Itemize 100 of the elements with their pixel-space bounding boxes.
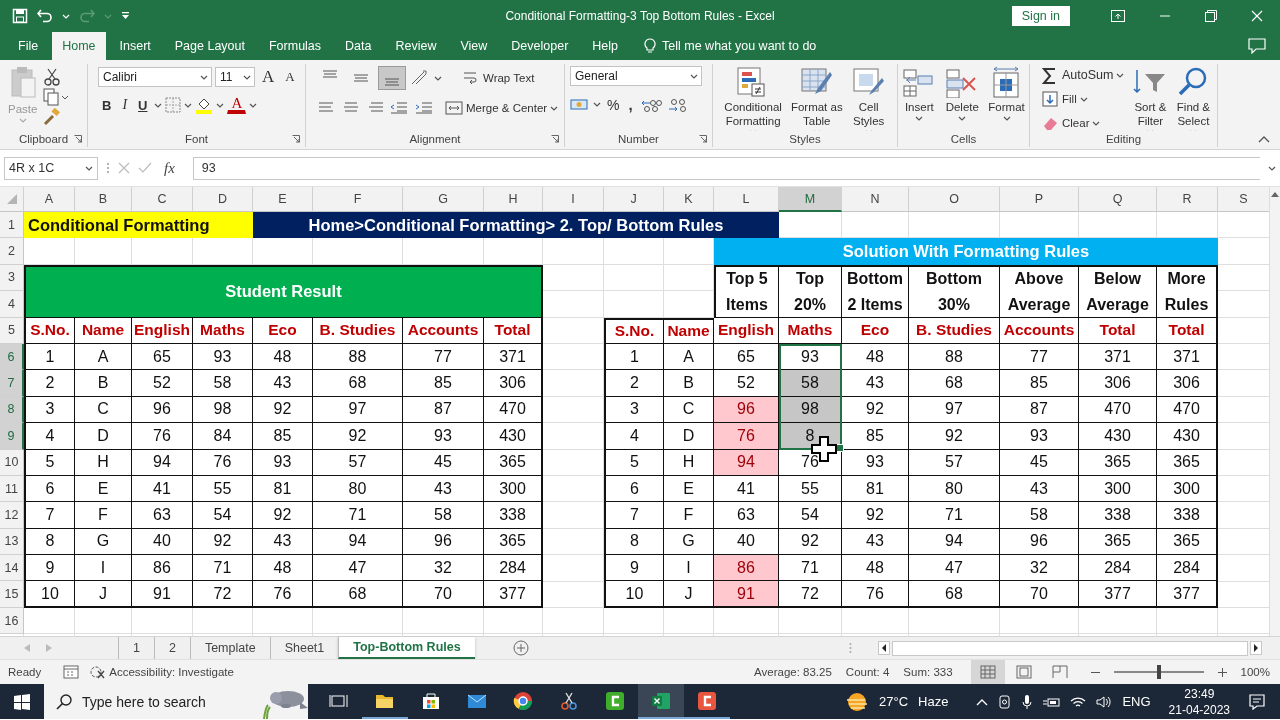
ribbon-display-icon[interactable] <box>1111 10 1125 22</box>
dialog-launcher-icon[interactable] <box>551 135 559 143</box>
font-size-field[interactable]: 11 <box>215 67 255 87</box>
ribbon-tab[interactable]: Developer <box>501 32 579 60</box>
grow-font-button[interactable]: A <box>258 66 279 88</box>
accessibility-icon[interactable] <box>89 665 106 679</box>
speaker-icon[interactable] <box>1096 694 1113 709</box>
comma-button[interactable]: , <box>625 94 636 115</box>
column-header[interactable]: R <box>1157 187 1218 212</box>
column-header[interactable]: E <box>253 187 313 212</box>
insert-button[interactable]: Insert <box>899 64 940 123</box>
row-header[interactable]: 11 <box>0 475 24 503</box>
column-header[interactable]: M <box>779 187 842 212</box>
horizontal-scrollbar[interactable] <box>892 640 1248 656</box>
notifications-icon[interactable] <box>1248 692 1266 711</box>
ribbon-tab[interactable]: Help <box>582 32 629 60</box>
dialog-launcher-icon[interactable] <box>74 135 82 143</box>
row-header[interactable]: 14 <box>0 555 24 582</box>
number-format-field[interactable]: General <box>570 66 702 86</box>
language-indicator[interactable]: ENG <box>1122 694 1151 709</box>
comment-icon[interactable] <box>1248 38 1266 54</box>
italic-button[interactable]: I <box>118 96 132 114</box>
vertical-scrollbar[interactable] <box>1269 187 1280 636</box>
column-header[interactable]: L <box>714 187 779 212</box>
ribbon-tab[interactable]: Page Layout <box>164 32 255 60</box>
find-select-button[interactable]: Find & Select <box>1173 64 1214 131</box>
column-header[interactable]: Q <box>1079 187 1157 212</box>
sheet-tab[interactable]: Top-Bottom Rules <box>338 637 475 659</box>
column-header[interactable]: H <box>484 187 543 212</box>
camera-icon[interactable] <box>998 693 1013 710</box>
column-header[interactable]: P <box>1000 187 1079 212</box>
scroll-up-icon[interactable] <box>1271 191 1279 197</box>
column-header[interactable]: I <box>543 187 604 212</box>
weather-icon[interactable] <box>845 691 870 712</box>
format-painter-icon[interactable] <box>43 108 62 126</box>
row-header[interactable]: 13 <box>0 528 24 556</box>
add-sheet-icon[interactable] <box>512 640 529 656</box>
column-header[interactable]: G <box>403 187 484 212</box>
dialog-launcher-icon[interactable] <box>292 135 300 143</box>
normal-view-button[interactable] <box>970 660 1005 684</box>
row-header[interactable]: 1 <box>0 212 24 239</box>
scroll-right-icon[interactable] <box>1250 641 1262 655</box>
lightbulb-icon[interactable] <box>644 38 657 54</box>
insert-function-button[interactable]: fx <box>164 159 175 177</box>
row-header[interactable]: 12 <box>0 502 24 529</box>
save-icon[interactable] <box>12 8 28 24</box>
row-header[interactable]: 3 <box>0 264 24 292</box>
fill-color-icon[interactable] <box>195 96 214 114</box>
microphone-icon[interactable] <box>1022 693 1033 710</box>
show-hidden-icons-icon[interactable] <box>976 697 989 706</box>
ribbon-tab[interactable]: Insert <box>109 32 161 60</box>
row-header[interactable]: 7 <box>0 370 24 397</box>
row-header[interactable]: 16 <box>0 607 24 635</box>
dialog-launcher-icon[interactable] <box>699 135 707 143</box>
close-icon[interactable] <box>1251 10 1263 22</box>
merge-center-button[interactable]: Merge & Center <box>442 98 562 118</box>
row-header[interactable]: 9 <box>0 423 24 450</box>
row-header[interactable]: 2 <box>0 238 24 265</box>
delete-button[interactable]: Delete <box>942 64 983 123</box>
sign-in-button[interactable]: Sign in <box>1011 6 1070 26</box>
column-header[interactable]: C <box>132 187 193 212</box>
ribbon-tab[interactable]: Review <box>385 32 447 60</box>
macro-icon[interactable] <box>63 665 80 679</box>
ribbon-tab[interactable]: View <box>450 32 498 60</box>
format-button[interactable]: Format <box>985 64 1028 123</box>
ribbon-tab[interactable]: Home <box>52 32 106 60</box>
column-header[interactable]: D <box>193 187 253 212</box>
underline-button[interactable]: U <box>134 96 152 114</box>
column-header[interactable]: A <box>24 187 75 212</box>
slider-thumb[interactable] <box>1156 665 1161 679</box>
search-field[interactable]: Type here to search <box>82 693 232 710</box>
row-header[interactable]: 6 <box>0 343 24 371</box>
copy-icon[interactable] <box>43 88 70 106</box>
name-box[interactable]: 4R x 1C <box>4 156 98 180</box>
wrap-text-button[interactable]: Wrap Text <box>459 68 538 88</box>
ribbon-tab[interactable]: File <box>8 32 49 60</box>
undo-icon[interactable] <box>37 9 53 23</box>
sort-filter-button[interactable]: Sort & Filter <box>1130 64 1171 131</box>
fill-button[interactable]: Fill <box>1038 88 1128 110</box>
font-name-field[interactable]: Calibri <box>98 67 212 87</box>
shrink-font-button[interactable]: A <box>281 68 299 86</box>
ribbon-tab[interactable]: Formulas <box>258 32 332 60</box>
row-header[interactable]: 10 <box>0 449 24 476</box>
search-box[interactable]: Type here to search <box>44 684 308 719</box>
column-header[interactable]: F <box>313 187 403 212</box>
cell-styles-button[interactable]: Cell Styles <box>848 64 889 131</box>
font-color-button[interactable]: A <box>227 96 247 114</box>
column-header[interactable]: J <box>604 187 664 212</box>
format-as-table-button[interactable]: Format as Table <box>787 64 846 131</box>
column-header[interactable]: O <box>909 187 1000 212</box>
restore-icon[interactable] <box>1205 10 1217 22</box>
clock-date[interactable]: 21-04-2023 <box>1168 701 1230 718</box>
formula-field[interactable]: 93 <box>192 156 1260 180</box>
zoom-level[interactable]: 100% <box>1240 666 1270 678</box>
clear-button[interactable]: Clear <box>1038 112 1128 131</box>
windows-start-icon[interactable] <box>14 693 30 710</box>
zoom-in-icon[interactable] <box>1217 667 1227 677</box>
collapse-ribbon-icon[interactable] <box>1258 135 1270 143</box>
autosum-button[interactable]: AutoSum <box>1038 64 1128 86</box>
row-header[interactable]: 5 <box>0 317 24 344</box>
